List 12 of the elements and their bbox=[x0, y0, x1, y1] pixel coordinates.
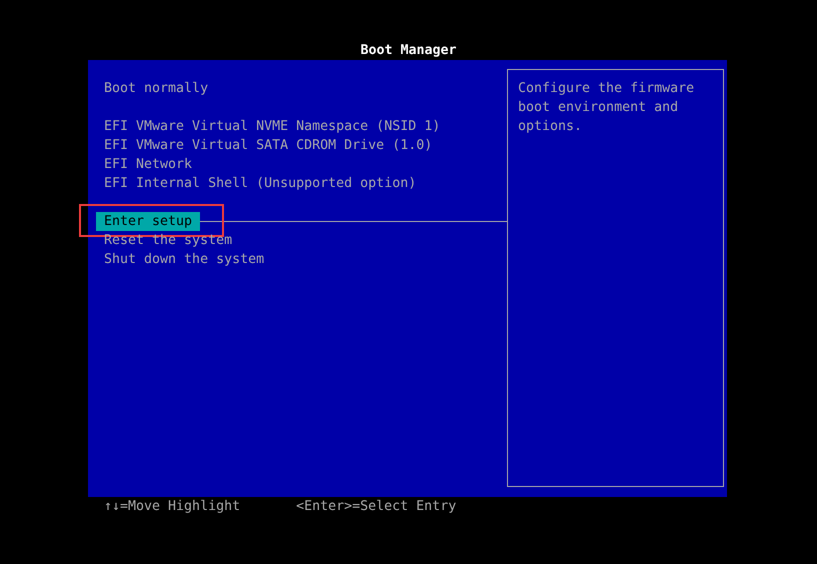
boot-menu-item[interactable]: Enter setup bbox=[96, 212, 200, 231]
key-hint: ↑↓=Move Highlight bbox=[104, 498, 240, 516]
screen-title: Boot Manager bbox=[359, 42, 458, 60]
boot-menu-item[interactable]: Reset the system bbox=[104, 231, 232, 250]
help-text: Configure the firmware boot environment and options. bbox=[518, 80, 696, 136]
boot-menu-item[interactable]: Shut down the system bbox=[104, 250, 264, 269]
boot-menu-item[interactable]: EFI Network bbox=[104, 155, 192, 174]
boot-menu-item[interactable]: EFI VMware Virtual NVME Namespace (NSID 1) bbox=[104, 117, 440, 136]
boot-menu-item[interactable]: Boot normally bbox=[104, 79, 208, 98]
key-hint: <Enter>=Select Entry bbox=[296, 498, 456, 516]
boot-menu-item[interactable]: EFI Internal Shell (Unsupported option) bbox=[104, 174, 416, 193]
boot-menu-item[interactable]: EFI VMware Virtual SATA CDROM Drive (1.0) bbox=[104, 136, 432, 155]
